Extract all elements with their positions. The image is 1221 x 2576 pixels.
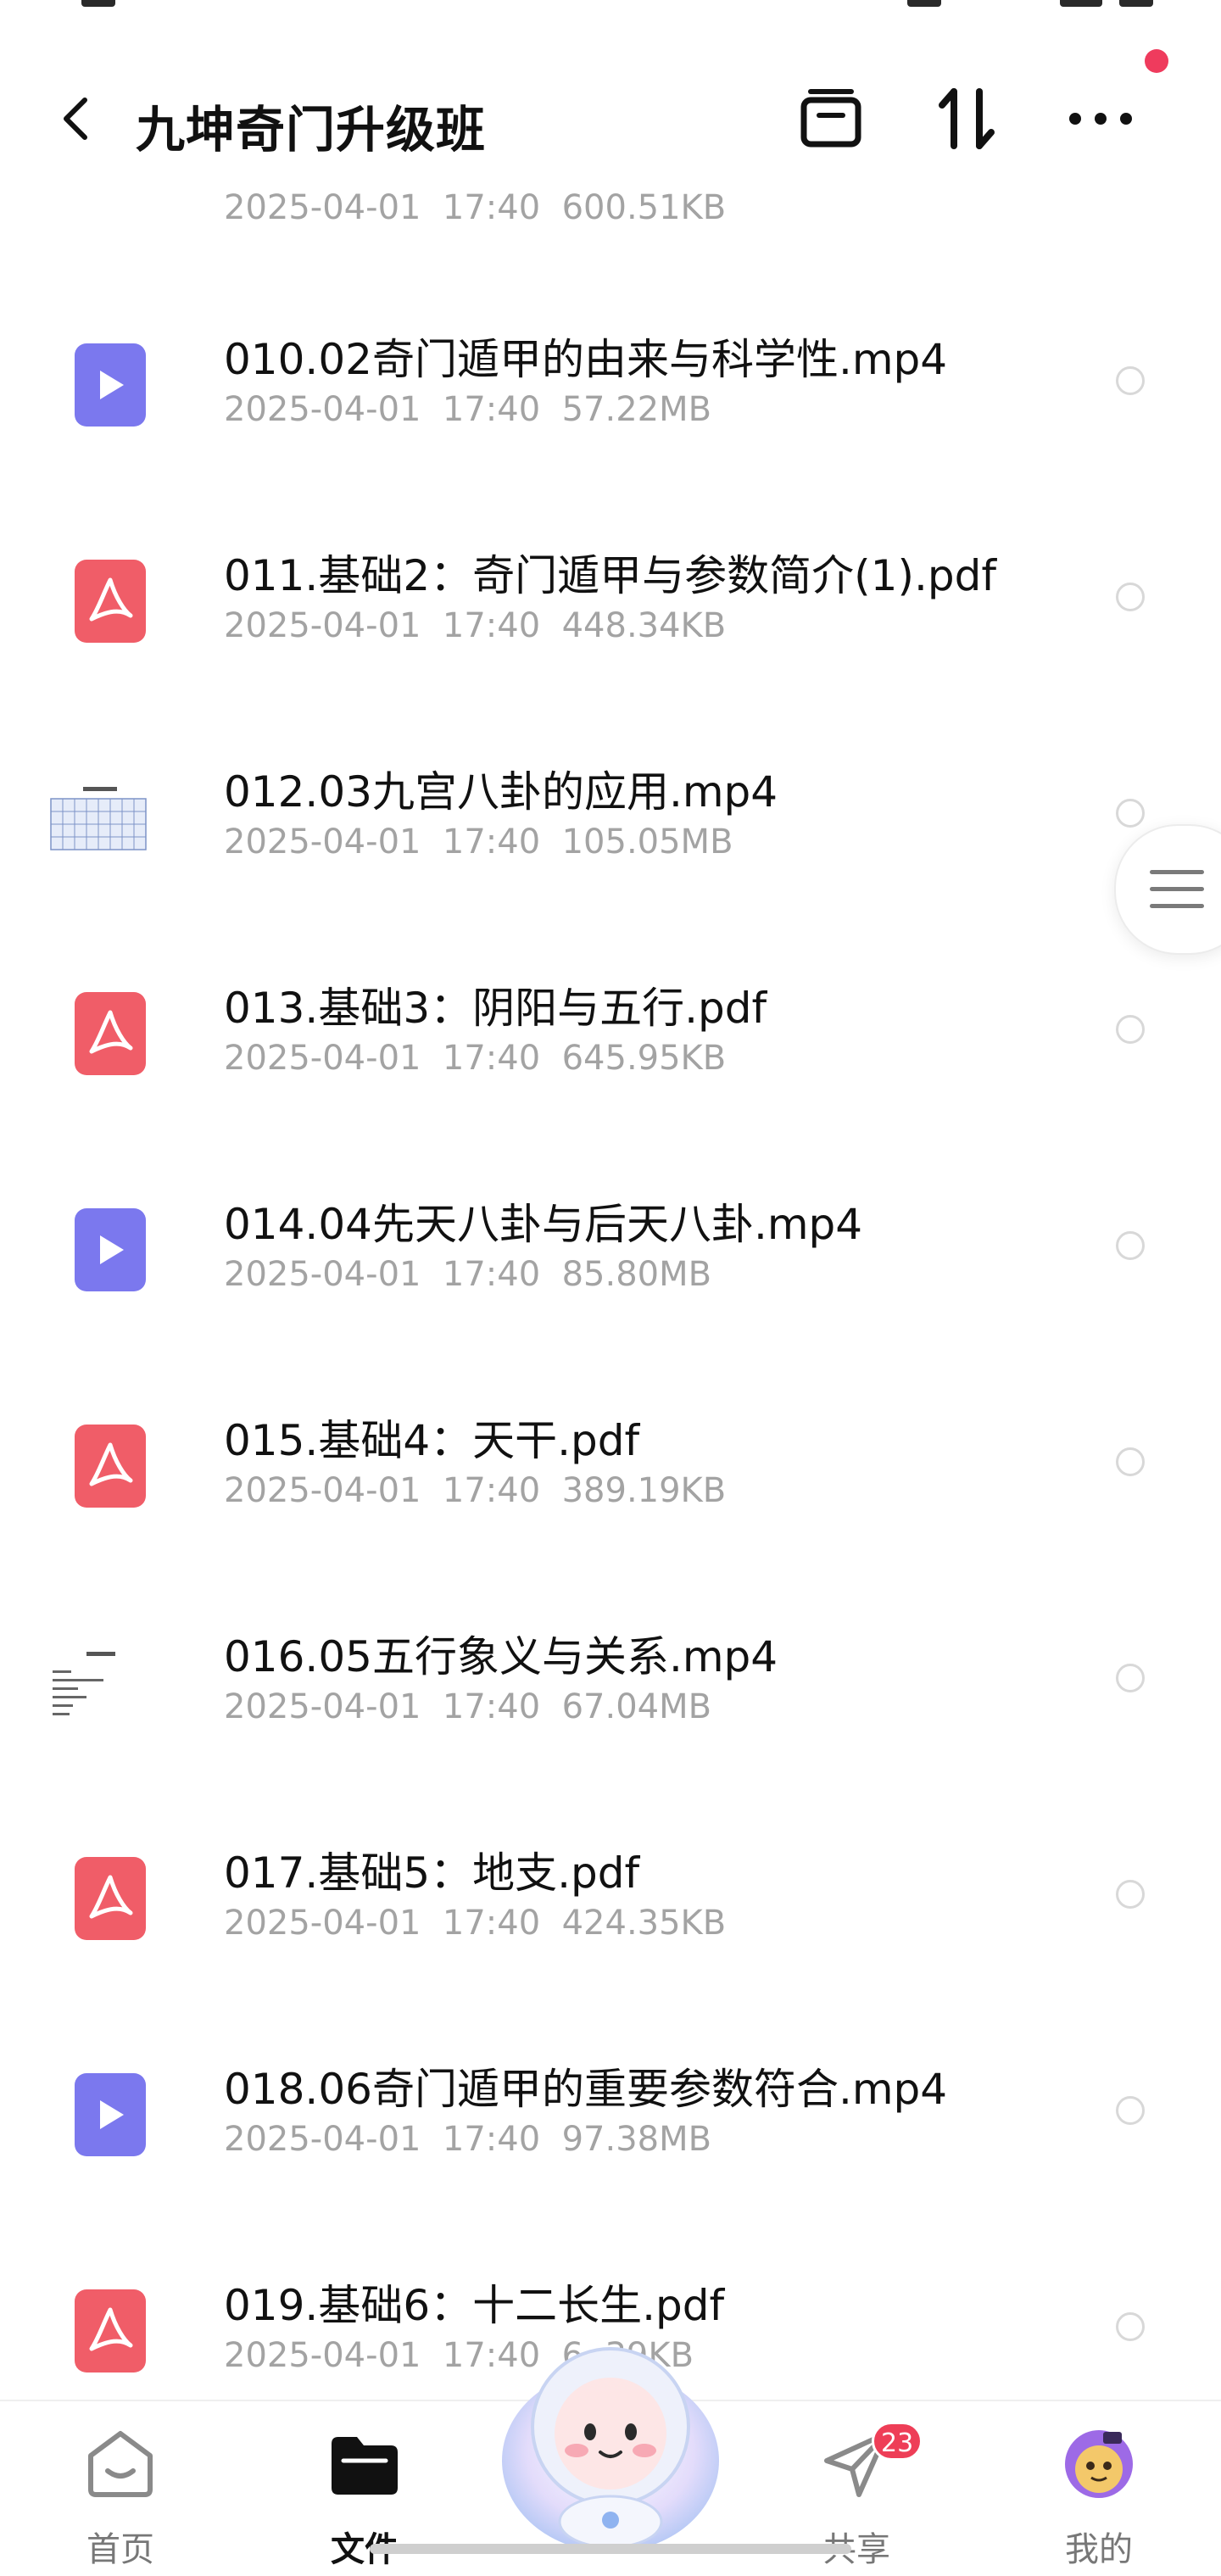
- video-file-icon: [75, 2073, 146, 2156]
- file-name: 013.基础3：阴阳与五行.pdf: [224, 984, 767, 1033]
- file-meta: 2025-04-01 17:40 85.80MB: [224, 1255, 712, 1294]
- more-options-button[interactable]: [1067, 85, 1135, 153]
- select-radio[interactable]: [1116, 2312, 1145, 2341]
- home-icon: [88, 2431, 153, 2497]
- select-radio[interactable]: [1116, 366, 1145, 395]
- status-bar: [0, 0, 1221, 25]
- select-radio[interactable]: [1116, 1880, 1145, 1909]
- file-row[interactable]: 012.03九宫八卦的应用.mp4 2025-04-01 17:40 105.0…: [0, 697, 1221, 913]
- file-meta: 2025-04-01 17:40 97.38MB: [224, 2120, 712, 2159]
- sort-button[interactable]: [933, 85, 1001, 153]
- chevron-left-icon: [64, 98, 87, 140]
- file-row[interactable]: 017.基础5：地支.pdf 2025-04-01 17:40 424.35KB: [0, 1778, 1221, 1994]
- file-row[interactable]: 014.04先天八卦与后天八卦.mp4 2025-04-01 17:40 85.…: [0, 1129, 1221, 1346]
- file-row[interactable]: 013.基础3：阴阳与五行.pdf 2025-04-01 17:40 645.9…: [0, 913, 1221, 1129]
- back-button[interactable]: [51, 93, 102, 144]
- nav-label: 我的: [1065, 2530, 1133, 2569]
- nav-files[interactable]: 文件: [288, 2427, 441, 2569]
- pdf-file-icon: [75, 1857, 146, 1940]
- file-row[interactable]: 016.05五行象义与关系.mp4 2025-04-01 17:40 67.04…: [0, 1562, 1221, 1778]
- file-meta: 2025-04-01 17:40 105.05MB: [224, 822, 733, 861]
- file-name: 017.基础5：地支.pdf: [224, 1848, 640, 1898]
- file-thumbnail-icon: [49, 780, 148, 861]
- pdf-file-icon: [75, 2289, 146, 2372]
- file-meta: 2025-04-01 17:40 57.22MB: [224, 390, 712, 429]
- select-radio[interactable]: [1116, 799, 1145, 828]
- file-name: 015.基础4：天干.pdf: [224, 1416, 640, 1465]
- select-radio[interactable]: [1116, 1015, 1145, 1044]
- select-radio[interactable]: [1116, 1447, 1145, 1476]
- folder-icon: [332, 2437, 398, 2495]
- file-meta: 2025-04-01 17:40 645.95KB: [224, 1039, 727, 1078]
- select-radio[interactable]: [1116, 583, 1145, 611]
- file-name: 011.基础2：奇门遁甲与参数简介(1).pdf: [224, 551, 996, 600]
- pdf-file-icon: [75, 560, 146, 643]
- file-row[interactable]: 018.06奇门遁甲的重要参数符合.mp4 2025-04-01 17:40 9…: [0, 1994, 1221, 2211]
- file-name: 019.基础6：十二长生.pdf: [224, 2281, 725, 2330]
- video-file-icon: [75, 1208, 146, 1291]
- more-horizontal-icon: [1069, 113, 1132, 125]
- file-name: 010.02奇门遁甲的由来与科学性.mp4: [224, 335, 948, 384]
- nav-label: 首页: [86, 2530, 154, 2569]
- nav-home[interactable]: 首页: [44, 2427, 197, 2569]
- menu-line: [1150, 904, 1204, 908]
- nav-mine[interactable]: 我的: [1023, 2427, 1175, 2569]
- pdf-file-icon: [75, 1425, 146, 1508]
- file-name: 018.06奇门遁甲的重要参数符合.mp4: [224, 2065, 948, 2114]
- file-row[interactable]: 011.基础2：奇门遁甲与参数简介(1).pdf 2025-04-01 17:4…: [0, 481, 1221, 697]
- pdf-file-icon: [75, 992, 146, 1075]
- file-meta: 2025-04-01 17:40 424.35KB: [224, 1904, 727, 1943]
- file-name: 016.05五行象义与关系.mp4: [224, 1632, 778, 1681]
- home-indicator: [370, 2544, 851, 2554]
- file-row[interactable]: 015.基础4：天干.pdf 2025-04-01 17:40 389.19KB: [0, 1346, 1221, 1562]
- file-meta: 2025-04-01 17:40 448.34KB: [224, 606, 727, 645]
- page-title: 九坤奇门升级班: [136, 101, 487, 159]
- select-radio[interactable]: [1116, 1231, 1145, 1260]
- avatar-icon: [1065, 2430, 1133, 2498]
- mascot-assistant-button[interactable]: [492, 2325, 729, 2562]
- file-name: 012.03九宫八卦的应用.mp4: [224, 767, 778, 817]
- select-radio[interactable]: [1116, 1664, 1145, 1692]
- file-meta: 2025-04-01 17:40 67.04MB: [224, 1687, 712, 1726]
- share-badge: 23: [872, 2422, 923, 2461]
- menu-line: [1150, 870, 1204, 874]
- file-name: 014.04先天八卦与后天八卦.mp4: [224, 1200, 863, 1249]
- file-meta: 2025-04-01 17:40 600.51KB: [224, 188, 727, 227]
- top-bar: 九坤奇门升级班: [0, 49, 1221, 187]
- select-box-icon: [800, 89, 861, 148]
- file-row[interactable]: 010.02奇门遁甲的由来与科学性.mp4 2025-04-01 17:40 5…: [0, 265, 1221, 481]
- menu-line: [1150, 887, 1204, 891]
- nav-share[interactable]: 23 共享: [780, 2422, 933, 2569]
- file-thumbnail-icon: [49, 1645, 148, 1726]
- select-radio[interactable]: [1116, 2096, 1145, 2125]
- notification-dot: [1145, 49, 1168, 73]
- sort-icon: [939, 88, 995, 149]
- multi-select-button[interactable]: [797, 85, 865, 153]
- video-file-icon: [75, 343, 146, 427]
- file-meta: 2025-04-01 17:40 389.19KB: [224, 1471, 727, 1510]
